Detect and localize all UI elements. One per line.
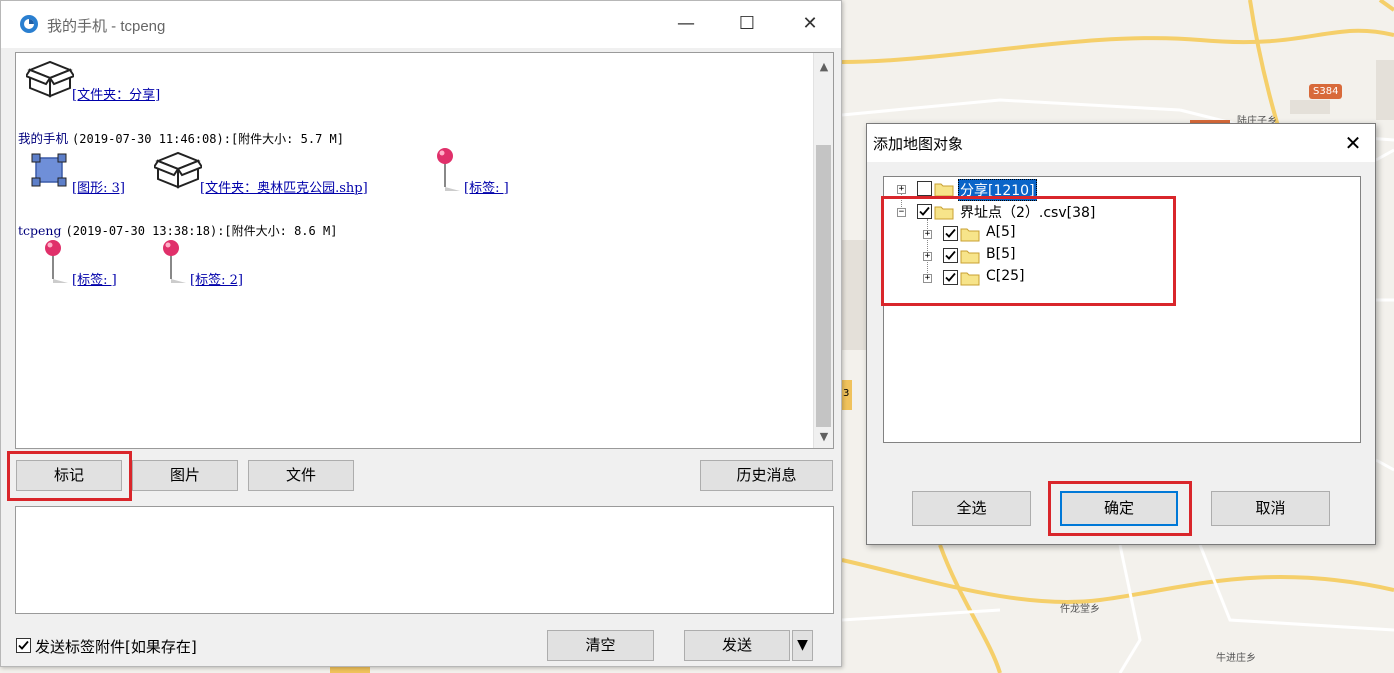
attachment-link-tag[interactable]: [标签: 2] [190,269,243,288]
vertical-scrollbar[interactable]: ▲ ▼ [813,53,833,448]
folder-box-icon [154,151,202,189]
file-button[interactable]: 文件 [248,460,354,491]
tree-node-checkbox[interactable] [917,204,932,219]
map-object-tree[interactable]: + 分享[1210] − 界址点（2）.csv[38] + A[5] + B[5… [881,176,1361,443]
history-button[interactable]: 历史消息 [700,460,833,491]
scroll-up-arrow[interactable]: ▲ [814,57,833,77]
cancel-button[interactable]: 取消 [1211,491,1330,526]
ok-button[interactable]: 确定 [1060,491,1178,526]
window-title: 我的手机 - tcpeng [47,18,166,35]
map-pin-icon [163,240,186,283]
dialog-title-bar[interactable]: 添加地图对象 ✕ [867,124,1375,162]
scroll-thumb[interactable] [816,145,831,427]
tree-node-label: 界址点（2）.csv[38] [960,205,1096,221]
attachment-size: :[附件大小: 5.7 M] [223,132,344,146]
folder-icon [960,250,980,264]
tree-node-label: B[5] [986,246,1016,262]
message-header: 我的手机 (2019-07-30 11:46:08):[附件大小: 5.7 M] [18,128,344,147]
message-header: tcpeng (2019-07-30 13:38:18):[附件大小: 8.6 … [18,222,337,239]
tree-node[interactable]: + C[25] [884,268,1354,288]
tree-node-label: 分享[1210] [958,179,1037,201]
folder-icon [934,183,954,197]
close-button[interactable]: ✕ [795,11,825,37]
attachment-link-tag[interactable]: [标签: ] [464,177,509,196]
check-icon [945,272,956,282]
send-tag-attachment-label: 发送标签附件[如果存在] [35,638,197,656]
check-icon [919,206,930,216]
tree-node[interactable]: + A[5] [884,224,1354,244]
check-icon [945,250,956,260]
select-all-button[interactable]: 全选 [912,491,1031,526]
attachment-link-shape[interactable]: [图形: 3] [72,177,125,196]
tree-node-checkbox[interactable] [943,248,958,263]
attachment-link-tag[interactable]: [标签: ] [72,269,117,288]
folder-icon [960,228,980,242]
tree-node[interactable]: + B[5] [884,246,1354,266]
image-button[interactable]: 图片 [132,460,238,491]
map-pin-icon [437,148,460,191]
check-icon [945,228,956,238]
expand-toggle[interactable]: + [923,230,932,239]
tree-node-label: C[25] [986,268,1025,284]
minimize-button[interactable]: — [671,11,701,37]
tree-node-checkbox[interactable] [917,181,932,196]
scroll-down-arrow[interactable]: ▼ [814,427,833,447]
attachment-link-folder[interactable]: [文件夹：奥林匹克公园.shp] [200,177,368,196]
folder-icon [934,206,954,220]
tree-node-checkbox[interactable] [943,226,958,241]
dialog-title: 添加地图对象 [873,135,964,153]
check-icon [18,640,29,650]
map-place-label: 仵龙堂乡 [1060,604,1100,615]
expand-toggle[interactable]: + [923,252,932,261]
mark-button[interactable]: 标记 [16,460,122,491]
map-road-number: 3 [842,388,851,399]
message-timestamp: (2019-07-30 11:46:08) [72,132,224,146]
app-logo-icon [20,15,38,33]
add-map-object-dialog: 添加地图对象 ✕ + 分享[1210] − 界址点（2）.csv[38] + A… [866,123,1376,545]
tree-node-checkbox[interactable] [943,270,958,285]
map-pin-icon [45,240,68,283]
folder-icon [960,272,980,286]
maximize-button[interactable]: ☐ [732,11,762,37]
clear-button[interactable]: 清空 [547,630,654,661]
message-input[interactable] [15,506,834,614]
expand-toggle[interactable]: + [897,185,906,194]
collapse-toggle[interactable]: − [897,208,906,217]
send-button[interactable]: 发送 [684,630,790,661]
chat-window: 我的手机 - tcpeng — ☐ ✕ [文件夹：分享] 我的手机 (2019-… [0,0,842,667]
tree-node[interactable]: + 分享[1210] [884,179,1354,201]
attachment-size: :[附件大小: 8.6 M] [217,224,338,238]
map-road-badge: S384 [1309,84,1343,99]
title-bar[interactable]: 我的手机 - tcpeng — ☐ ✕ [1,1,841,48]
attachment-link-folder[interactable]: [文件夹：分享] [72,84,160,103]
tree-node-label: A[5] [986,224,1016,240]
folder-box-icon [26,60,74,98]
message-history[interactable]: [文件夹：分享] 我的手机 (2019-07-30 11:46:08):[附件大… [15,52,834,449]
send-options-dropdown[interactable]: ▼ [792,630,813,661]
map-place-label: 牛进庄乡 [1216,653,1256,664]
tree-node[interactable]: − 界址点（2）.csv[38] [884,202,1354,222]
send-tag-attachment-checkbox[interactable] [16,638,31,653]
sender-name: tcpeng [18,223,62,238]
shape-icon [31,153,67,187]
sender-name: 我的手机 [18,131,69,146]
dialog-close-button[interactable]: ✕ [1339,129,1367,157]
message-timestamp: (2019-07-30 13:38:18) [65,224,218,238]
expand-toggle[interactable]: + [923,274,932,283]
